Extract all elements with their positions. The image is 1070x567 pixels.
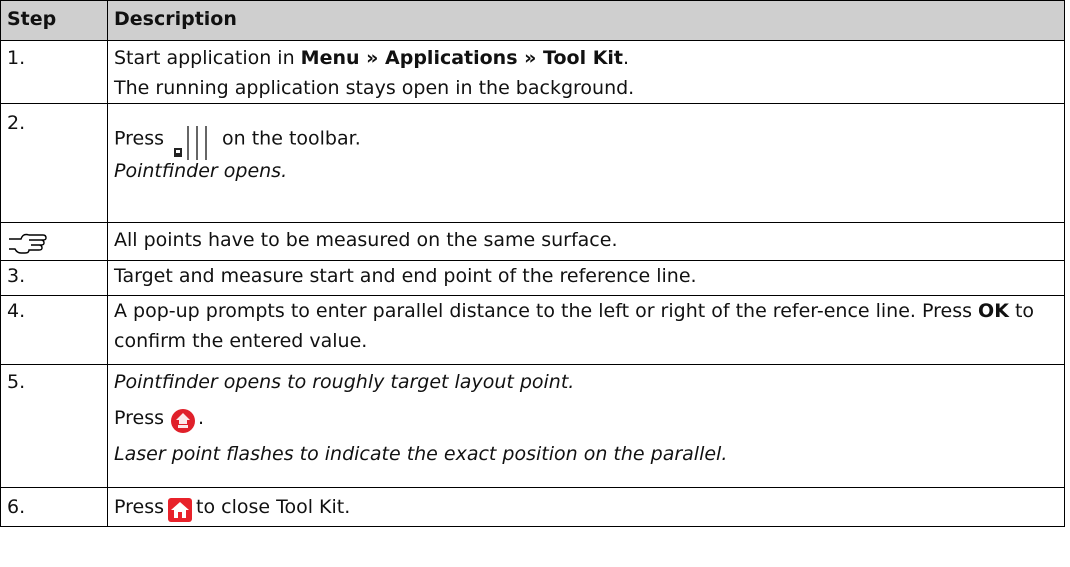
text: . bbox=[623, 47, 630, 69]
note-cell bbox=[0, 222, 108, 261]
home-icon bbox=[168, 497, 193, 522]
step-description: Start application in Menu » Applications… bbox=[107, 40, 1065, 104]
text: . bbox=[198, 407, 205, 429]
text: on the toolbar. bbox=[222, 127, 361, 150]
table-header-row: Step Description bbox=[0, 0, 1065, 41]
step-description: Press on the toolbar. Pointfinder opens. bbox=[107, 103, 1065, 223]
result-text: Pointfinder opens to roughly target layo… bbox=[114, 371, 575, 393]
table-row: 2. Press on the toolbar. Pointfinder ope… bbox=[0, 103, 1065, 223]
text: to close Tool Kit. bbox=[196, 496, 351, 518]
step-description: A pop-up prompts to enter parallel dista… bbox=[107, 295, 1065, 365]
pointing-hand-icon bbox=[9, 233, 47, 254]
result-text: Pointfinder opens. bbox=[114, 160, 288, 182]
result-text: Laser point flashes to indicate the exac… bbox=[114, 443, 728, 465]
step-number: 5. bbox=[0, 364, 108, 488]
step-number: 1. bbox=[0, 40, 108, 104]
note-description: All points have to be measured on the sa… bbox=[107, 222, 1065, 261]
step-number: 3. bbox=[0, 260, 108, 296]
table-row: 6. Press to close Tool Kit. bbox=[0, 487, 1065, 527]
step-number: 4. bbox=[0, 295, 108, 365]
table-row: All points have to be measured on the sa… bbox=[0, 222, 1065, 261]
header-step: Step bbox=[0, 0, 108, 41]
note-text: The running application stays open in th… bbox=[114, 77, 635, 99]
press-text: Press bbox=[114, 127, 165, 150]
press-text: Press bbox=[114, 496, 165, 518]
menu-path: Menu » Applications » Tool Kit bbox=[300, 47, 624, 69]
step-description: Press to close Tool Kit. bbox=[107, 487, 1065, 527]
table-row: 3. Target and measure start and end poin… bbox=[0, 260, 1065, 296]
step-number: 6. bbox=[0, 487, 108, 527]
step-number: 2. bbox=[0, 103, 108, 223]
procedure-table: Step Description 1. Start application in… bbox=[0, 0, 1065, 527]
table-row: 4. A pop-up prompts to enter parallel di… bbox=[0, 295, 1065, 365]
dist-icon bbox=[171, 408, 196, 433]
table-row: 5. Pointfinder opens to roughly target l… bbox=[0, 364, 1065, 488]
step-description: Target and measure start and end point o… bbox=[107, 260, 1065, 296]
text: Start application in bbox=[114, 47, 301, 69]
step-description: Pointfinder opens to roughly target layo… bbox=[107, 364, 1065, 488]
header-description: Description bbox=[107, 0, 1065, 41]
press-text: Press bbox=[114, 407, 165, 429]
table-row: 1. Start application in Menu » Applicati… bbox=[0, 40, 1065, 104]
ok-key: OK bbox=[978, 300, 1009, 322]
text: A pop-up prompts to enter parallel dista… bbox=[114, 300, 979, 322]
